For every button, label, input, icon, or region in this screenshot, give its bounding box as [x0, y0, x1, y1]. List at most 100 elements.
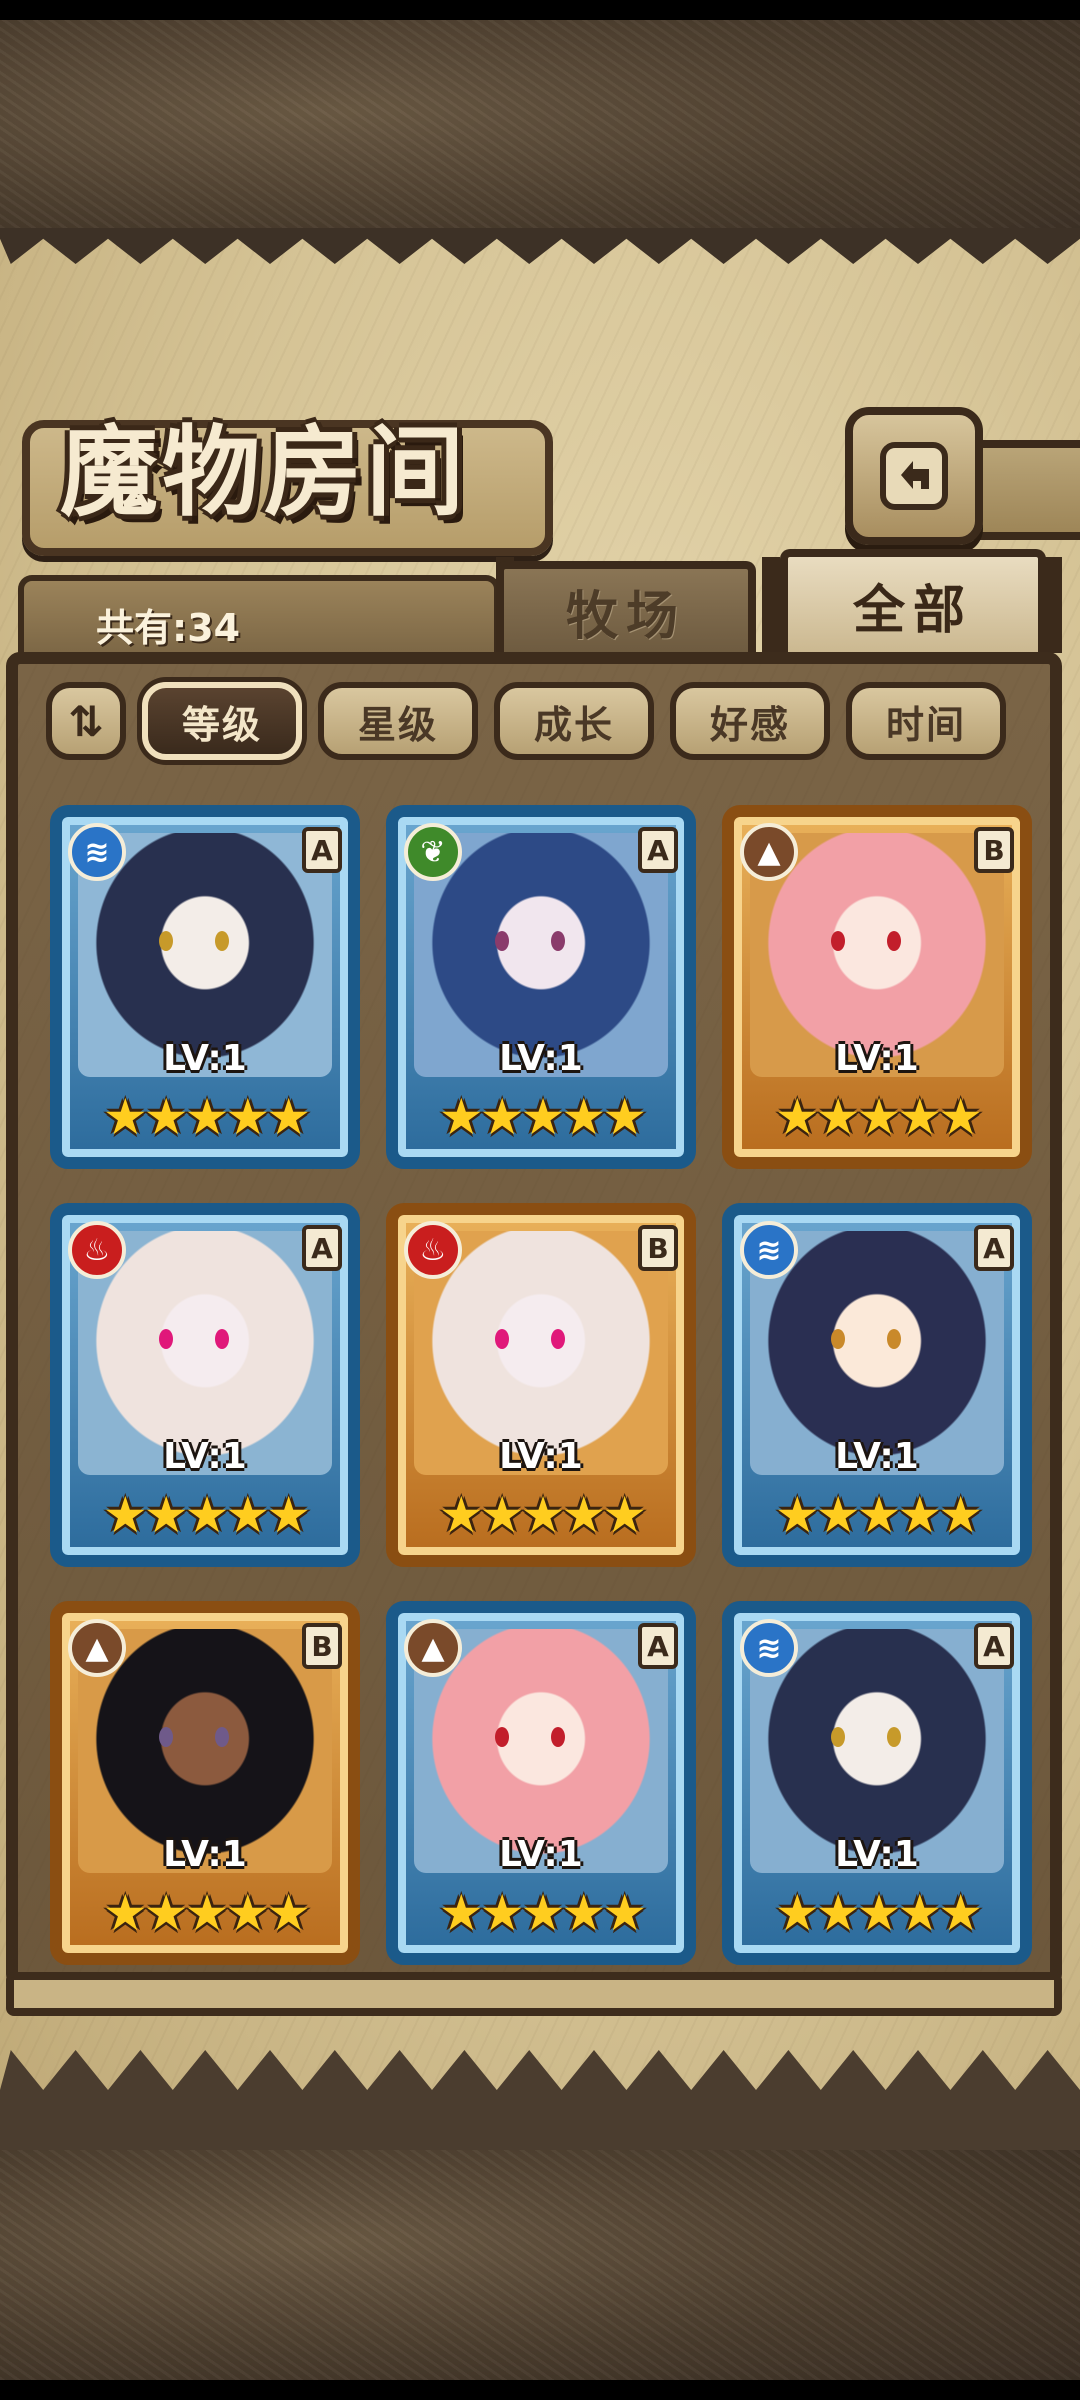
grade-badge: A	[638, 827, 678, 873]
star-icon: ★	[102, 1088, 148, 1146]
star-icon: ★	[520, 1884, 566, 1942]
star-icon: ★	[184, 1486, 230, 1544]
level-label: LV:1	[835, 1436, 919, 1477]
star-icon: ★	[438, 1088, 484, 1146]
page-title: 魔物房间	[60, 415, 469, 530]
star-rating: ★★★★★	[398, 1485, 684, 1545]
star-icon: ★	[815, 1884, 861, 1942]
star-icon: ★	[520, 1486, 566, 1544]
earth-element-icon: ▲	[740, 823, 798, 881]
star-icon: ★	[225, 1486, 270, 1544]
star-icon: ★	[938, 1884, 983, 1942]
status-bar	[0, 0, 1080, 20]
star-icon: ★	[143, 1486, 189, 1544]
monster-card[interactable]: ♨ A LV:1 ★★★★★	[50, 1203, 360, 1567]
grade-badge: A	[638, 1623, 678, 1669]
star-icon: ★	[938, 1486, 983, 1544]
sort-growth-button[interactable]: 成长	[494, 682, 654, 760]
star-rating: ★★★★★	[398, 1087, 684, 1147]
star-icon: ★	[184, 1088, 230, 1146]
star-icon: ★	[815, 1088, 861, 1146]
monster-card[interactable]: ▲ B LV:1 ★★★★★	[50, 1601, 360, 1965]
water-element-icon: ≋	[740, 1619, 798, 1677]
sort-order-toggle[interactable]: ⇅	[46, 682, 126, 760]
star-rating: ★★★★★	[62, 1883, 348, 1943]
monster-card[interactable]: ♨ B LV:1 ★★★★★	[386, 1203, 696, 1567]
star-icon: ★	[266, 1088, 311, 1146]
star-icon: ★	[856, 1884, 902, 1942]
navigation-bar	[0, 2380, 1080, 2400]
star-icon: ★	[897, 1088, 942, 1146]
star-icon: ★	[102, 1884, 148, 1942]
nature-element-icon: ❦	[404, 823, 462, 881]
grade-badge: A	[974, 1225, 1014, 1271]
star-rating: ★★★★★	[398, 1883, 684, 1943]
water-element-icon: ≋	[68, 823, 126, 881]
sort-affection-button[interactable]: 好感	[670, 682, 830, 760]
sort-level-button[interactable]: 等级	[142, 682, 302, 760]
star-icon: ★	[266, 1486, 311, 1544]
tab-post	[762, 557, 780, 653]
star-icon: ★	[561, 1486, 606, 1544]
back-button[interactable]	[845, 407, 983, 545]
grade-badge: B	[974, 827, 1014, 873]
star-icon: ★	[479, 1088, 525, 1146]
water-element-icon: ≋	[740, 1221, 798, 1279]
sort-toggle-icon: ⇅	[68, 696, 104, 746]
star-icon: ★	[602, 1486, 647, 1544]
map-background-bottom	[0, 2150, 1080, 2380]
grade-badge: A	[302, 1225, 342, 1271]
star-icon: ★	[561, 1088, 606, 1146]
tab-ranch[interactable]: 牧场	[496, 561, 756, 653]
sort-time-button[interactable]: 时间	[846, 682, 1006, 760]
sort-star-button[interactable]: 星级	[318, 682, 478, 760]
level-label: LV:1	[499, 1436, 583, 1477]
star-rating: ★★★★★	[734, 1883, 1020, 1943]
monster-card[interactable]: ❦ A LV:1 ★★★★★	[386, 805, 696, 1169]
return-arrow-icon	[880, 442, 948, 510]
star-icon: ★	[774, 1088, 820, 1146]
level-label: LV:1	[499, 1038, 583, 1079]
star-icon: ★	[479, 1884, 525, 1942]
star-icon: ★	[856, 1088, 902, 1146]
earth-element-icon: ▲	[68, 1619, 126, 1677]
level-label: LV:1	[163, 1436, 247, 1477]
star-icon: ★	[897, 1486, 942, 1544]
grade-badge: B	[302, 1623, 342, 1669]
star-icon: ★	[102, 1486, 148, 1544]
monster-count-tab: 共有:34	[18, 575, 500, 659]
tab-bar: 共有:34 牧场 全部	[18, 549, 1062, 659]
star-icon: ★	[774, 1486, 820, 1544]
grade-badge: A	[974, 1623, 1014, 1669]
star-icon: ★	[602, 1088, 647, 1146]
star-icon: ★	[774, 1884, 820, 1942]
star-icon: ★	[266, 1884, 311, 1942]
star-rating: ★★★★★	[62, 1087, 348, 1147]
star-icon: ★	[479, 1486, 525, 1544]
monster-card[interactable]: ▲ B LV:1 ★★★★★	[722, 805, 1032, 1169]
star-icon: ★	[815, 1486, 861, 1544]
monster-card[interactable]: ≋ A LV:1 ★★★★★	[722, 1601, 1032, 1965]
star-icon: ★	[225, 1088, 270, 1146]
star-icon: ★	[897, 1884, 942, 1942]
star-icon: ★	[561, 1884, 606, 1942]
star-icon: ★	[602, 1884, 647, 1942]
monster-card[interactable]: ▲ A LV:1 ★★★★★	[386, 1601, 696, 1965]
fire-element-icon: ♨	[68, 1221, 126, 1279]
star-icon: ★	[438, 1884, 484, 1942]
monster-card[interactable]: ≋ A LV:1 ★★★★★	[50, 805, 360, 1169]
star-rating: ★★★★★	[734, 1485, 1020, 1545]
map-background-top	[0, 20, 1080, 250]
star-icon: ★	[143, 1884, 189, 1942]
star-rating: ★★★★★	[62, 1485, 348, 1545]
level-label: LV:1	[499, 1834, 583, 1875]
monster-card[interactable]: ≋ A LV:1 ★★★★★	[722, 1203, 1032, 1567]
sort-bar: ⇅ 等级 星级 成长 好感 时间	[46, 682, 1006, 764]
star-icon: ★	[856, 1486, 902, 1544]
star-icon: ★	[184, 1884, 230, 1942]
monster-count: 共有:34	[96, 606, 241, 650]
star-rating: ★★★★★	[734, 1087, 1020, 1147]
tab-all[interactable]: 全部	[780, 549, 1046, 653]
star-icon: ★	[938, 1088, 983, 1146]
star-icon: ★	[520, 1088, 566, 1146]
